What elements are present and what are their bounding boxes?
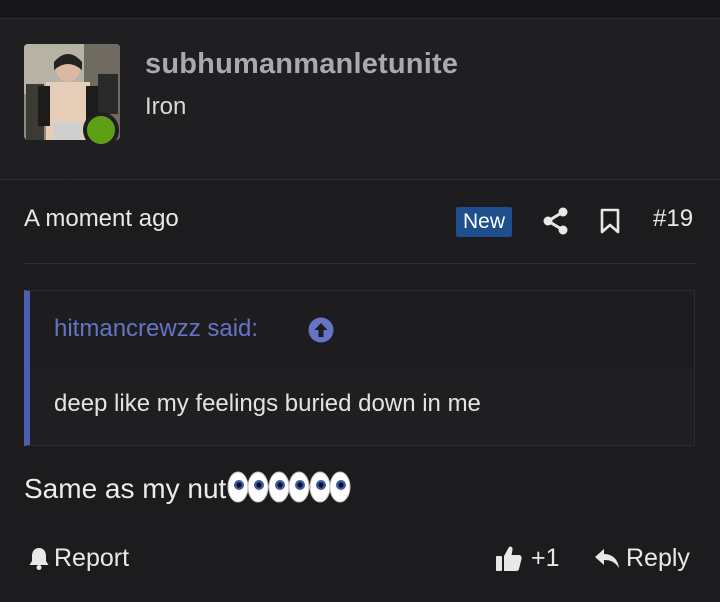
username-link[interactable]: subhumanmanletunite [145, 48, 458, 81]
report-label: Report [54, 543, 130, 572]
divider [24, 263, 696, 264]
like-count: +1 [531, 543, 560, 572]
user-title: Iron [145, 93, 187, 120]
top-strip [0, 0, 720, 19]
quote-block: hitmancrewzz said: deep like my feelings… [24, 290, 695, 446]
bell-icon [29, 548, 49, 570]
divider [0, 179, 720, 180]
eyes-emoji [227, 470, 351, 511]
post-number-link[interactable]: #19 [653, 205, 693, 233]
reply-arrow-icon [595, 549, 619, 568]
post-meta-row: A moment ago New #19 [0, 195, 720, 245]
post-message: Same as my nut [24, 470, 351, 511]
report-button[interactable]: Report [28, 540, 129, 576]
quote-text: deep like my feelings buried down in me [54, 390, 481, 417]
bookmark-icon[interactable] [598, 208, 622, 234]
post-author-block: subhumanmanletunite Iron [0, 19, 720, 179]
quote-header: hitmancrewzz said: [30, 291, 694, 367]
reply-button[interactable]: Reply [594, 540, 690, 576]
like-button[interactable]: +1 [495, 540, 560, 576]
share-icon[interactable] [543, 207, 569, 235]
new-badge: New [456, 207, 513, 237]
online-status-indicator [83, 112, 119, 148]
message-text: Same as my nut [24, 473, 227, 504]
reply-label: Reply [626, 543, 690, 572]
author-pointer-notch [52, 163, 88, 180]
quote-author-link[interactable]: hitmancrewzz said: [54, 315, 258, 343]
arrow-up-circle-icon[interactable] [308, 317, 334, 343]
thumbs-up-icon [496, 546, 522, 571]
post-timestamp[interactable]: A moment ago [24, 205, 179, 233]
